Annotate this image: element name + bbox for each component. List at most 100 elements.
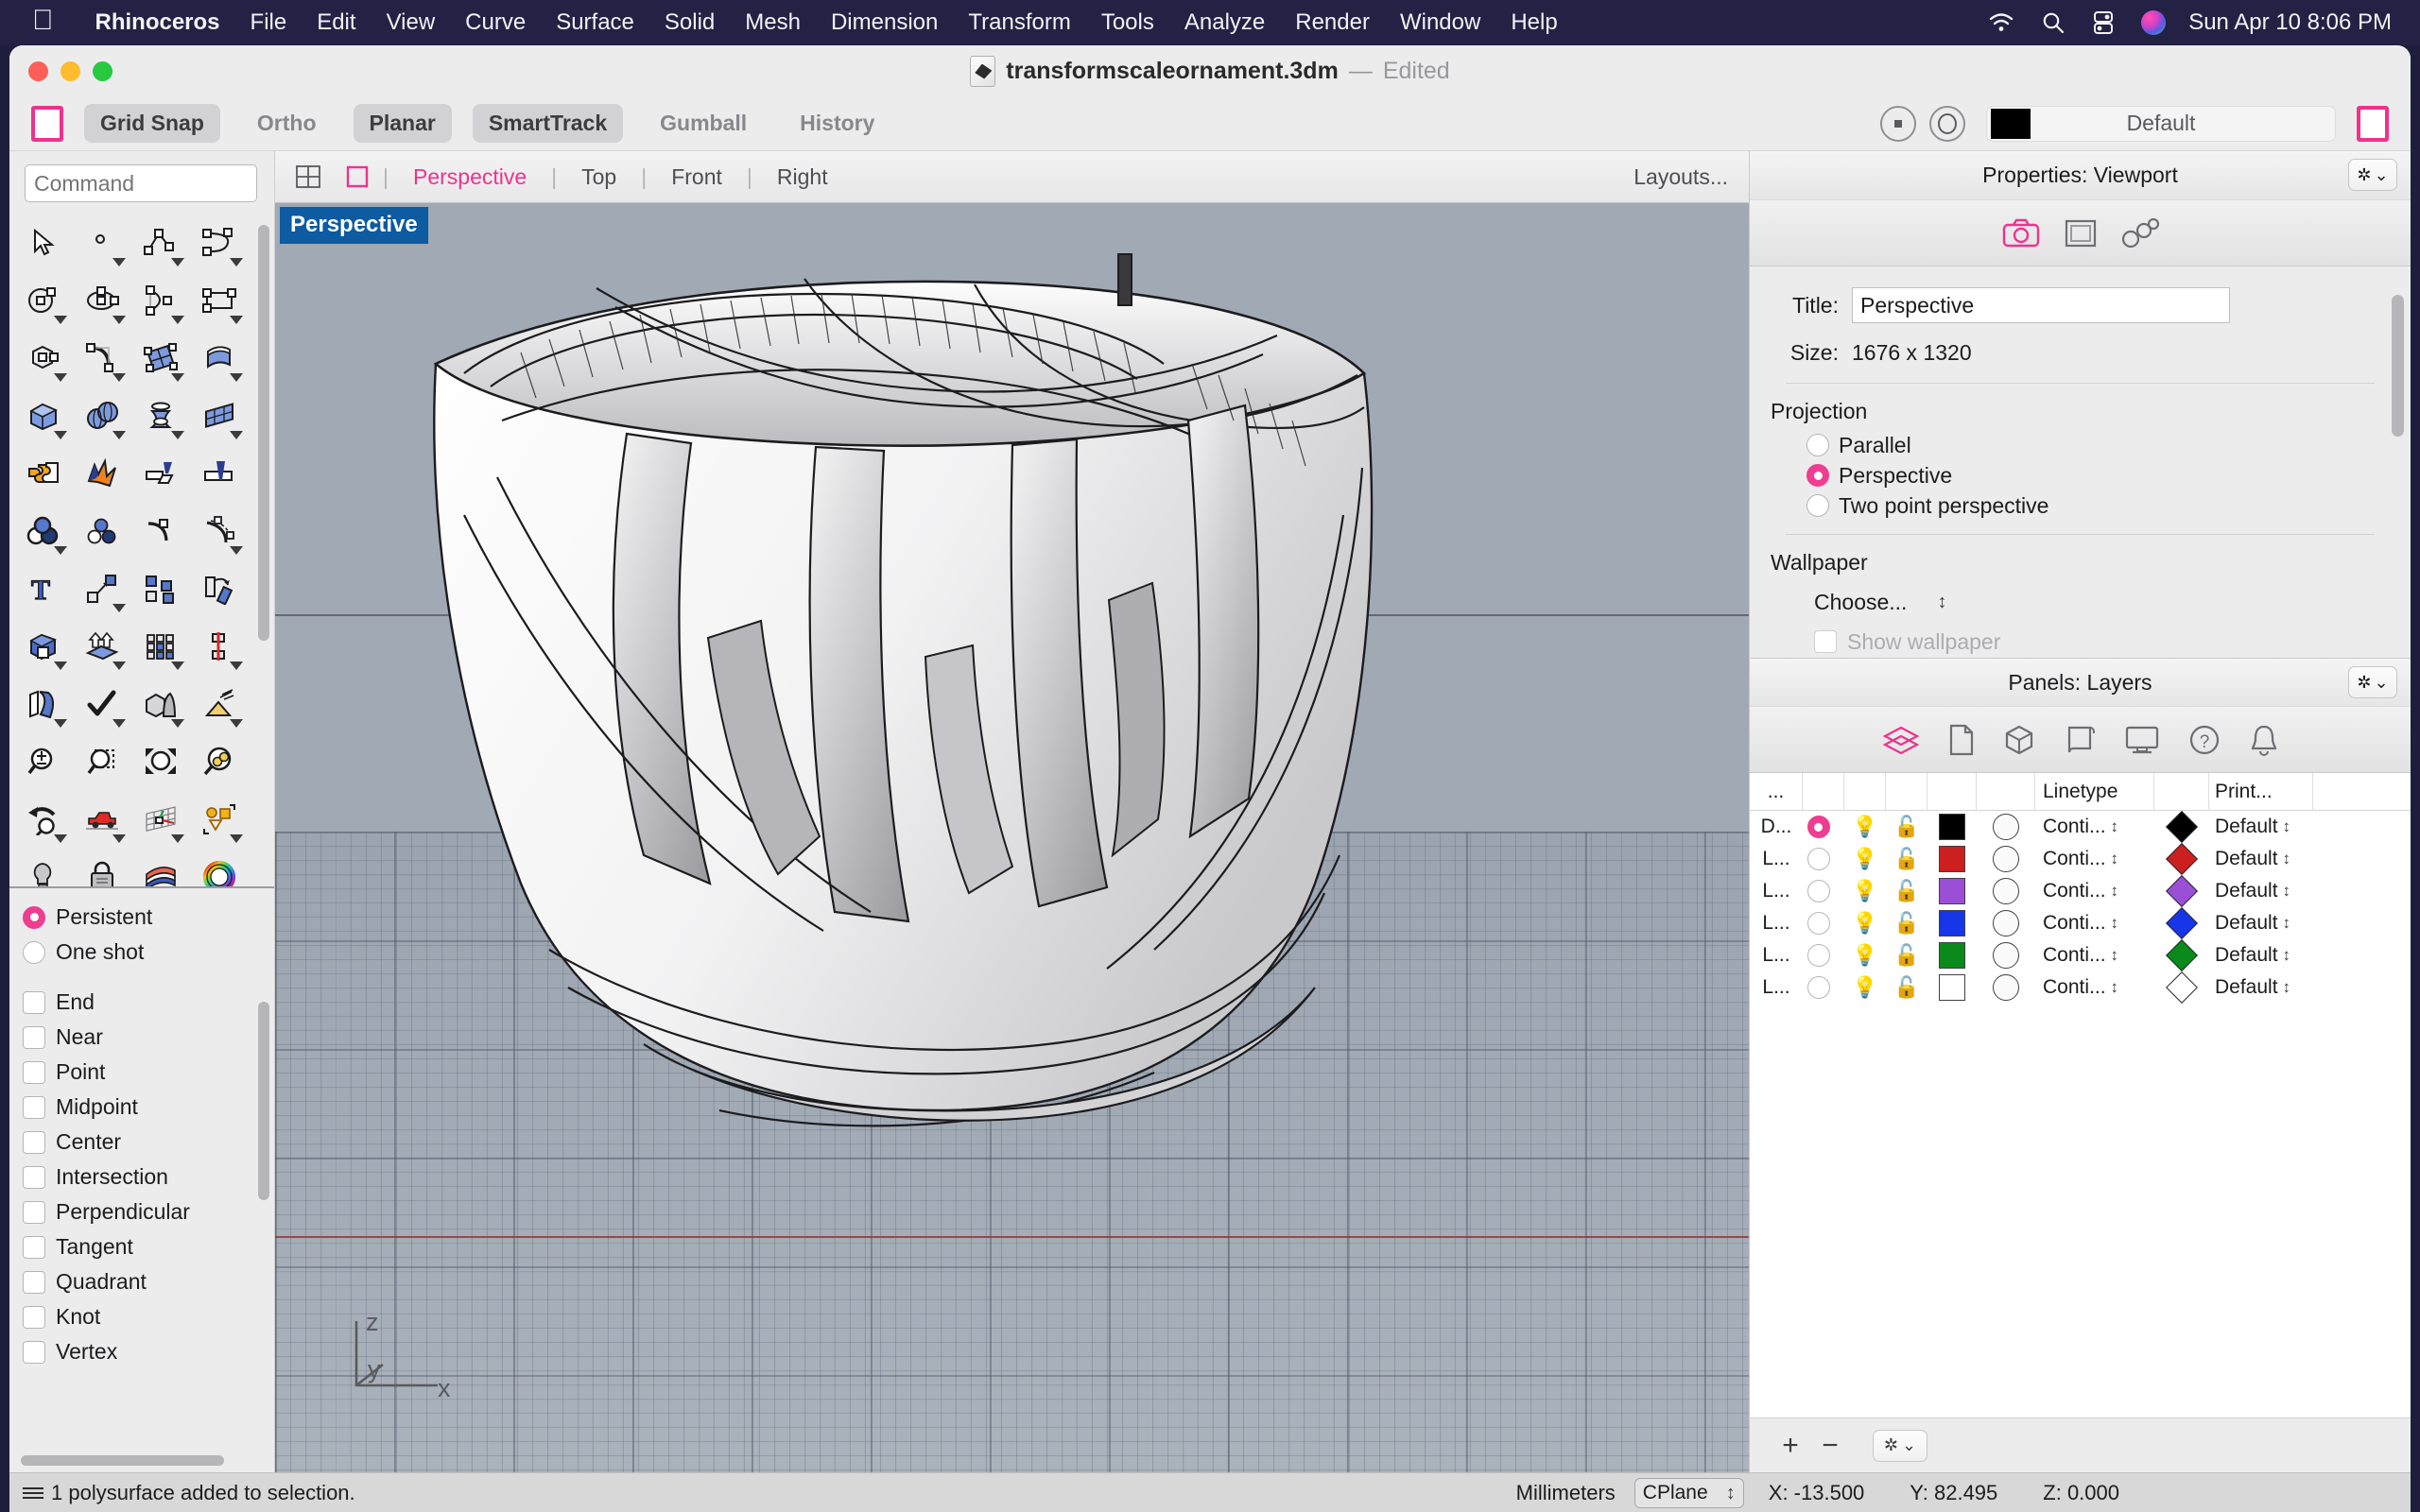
layer-color-swatch[interactable] xyxy=(1927,907,1977,939)
radio-current-layer-icon[interactable] xyxy=(1806,944,1830,967)
table-row[interactable]: L... 💡 🔓 Conti... ↕ Default ↕ xyxy=(1750,939,2411,971)
layer-material-swatch[interactable] xyxy=(1977,811,2035,843)
stepper-updown-icon[interactable]: ↕ xyxy=(2283,850,2291,868)
boolean-union-icon[interactable] xyxy=(14,444,73,502)
circle-icon[interactable] xyxy=(14,271,73,329)
surface-grid-icon[interactable] xyxy=(190,387,249,444)
layer-col-name[interactable]: ... xyxy=(1750,772,1803,811)
layer-linetype-select[interactable]: Conti... ↕ xyxy=(2035,971,2154,1004)
viewport-name-label[interactable]: Perspective xyxy=(280,207,428,244)
four-view-icon[interactable] xyxy=(294,163,322,191)
wallpaper-choose-select[interactable]: Choose... ↕ xyxy=(1750,581,2411,623)
toggle-grid-snap[interactable]: Grid Snap xyxy=(84,104,220,143)
layer-linetype-select[interactable]: Conti... ↕ xyxy=(2035,939,2154,971)
layer-lock-toggle[interactable]: 🔓 xyxy=(1886,939,1927,971)
layer-col-print-color[interactable] xyxy=(2154,772,2209,811)
layer-visibility-toggle[interactable]: 💡 xyxy=(1844,971,1886,1004)
layer-visibility-toggle[interactable]: 💡 xyxy=(1844,939,1886,971)
checkbox-point-icon[interactable] xyxy=(23,1060,45,1084)
checkbox-tangent-icon[interactable] xyxy=(23,1235,45,1259)
layer-print-width-select[interactable]: Default ↕ xyxy=(2209,875,2313,907)
object-box-icon[interactable] xyxy=(2003,724,2035,756)
layer-linetype-select[interactable]: Conti... ↕ xyxy=(2035,875,2154,907)
box-icon[interactable] xyxy=(14,387,73,444)
layer-linetype-select[interactable]: Conti... ↕ xyxy=(2035,843,2154,875)
layers-panel-gear-button[interactable]: ✲ ⌄ xyxy=(2348,666,2397,698)
osnap-midpoint[interactable]: Midpoint xyxy=(23,1090,274,1125)
apple-menu-icon[interactable]:  xyxy=(32,7,54,35)
copy-icon[interactable] xyxy=(131,559,190,617)
table-row[interactable]: D... 💡 🔓 Conti... ↕ Default ↕ xyxy=(1750,811,2411,843)
radio-current-layer-icon[interactable] xyxy=(1806,880,1830,902)
layer-state-icon[interactable] xyxy=(1929,105,1965,142)
layer-color-swatch[interactable] xyxy=(1927,811,1977,843)
toggle-history[interactable]: History xyxy=(784,104,890,143)
pan-car-icon[interactable] xyxy=(73,790,131,848)
rotate-icon[interactable] xyxy=(190,559,249,617)
layer-current-radio[interactable] xyxy=(1803,939,1844,971)
move-icon[interactable] xyxy=(73,559,131,617)
stepper-updown-icon[interactable]: ↕ xyxy=(1937,593,1946,611)
menu-item-mesh[interactable]: Mesh xyxy=(730,0,816,45)
unroll-icon[interactable] xyxy=(14,675,73,732)
zoom-selected-icon[interactable] xyxy=(190,732,249,790)
layer-visibility-toggle[interactable]: 💡 xyxy=(1844,843,1886,875)
select-arrow-icon[interactable] xyxy=(14,214,73,271)
layer-print-color-swatch[interactable] xyxy=(2154,971,2209,1004)
circles-icon[interactable] xyxy=(73,502,131,559)
current-layer-combo[interactable]: Default xyxy=(1986,105,2336,142)
menu-item-render[interactable]: Render xyxy=(1280,0,1385,45)
render-icon[interactable] xyxy=(131,848,190,886)
search-icon[interactable] xyxy=(2028,0,2079,45)
osnap-quadrant[interactable]: Quadrant xyxy=(23,1264,274,1299)
arc-icon[interactable] xyxy=(131,271,190,329)
checkbox-knot-icon[interactable] xyxy=(23,1305,45,1329)
layer-current-radio[interactable] xyxy=(1803,875,1844,907)
show-wallpaper-checkbox-row[interactable]: Show wallpaper xyxy=(1750,623,2411,658)
menu-item-curve[interactable]: Curve xyxy=(450,0,541,45)
wifi-icon[interactable] xyxy=(1975,0,2028,45)
radio-two-point-icon[interactable] xyxy=(1806,494,1829,517)
menu-item-transform[interactable]: Transform xyxy=(953,0,1085,45)
layer-name[interactable]: L... xyxy=(1750,875,1803,907)
radio-parallel-icon[interactable] xyxy=(1806,434,1829,456)
menu-item-solid[interactable]: Solid xyxy=(649,0,730,45)
layer-name[interactable]: L... xyxy=(1750,971,1803,1004)
menu-item-surface[interactable]: Surface xyxy=(541,0,649,45)
viewport-tab-perspective[interactable]: Perspective xyxy=(400,164,540,190)
stepper-updown-icon[interactable]: ↕ xyxy=(2283,883,2291,900)
cplane-select[interactable]: CPlane ↕ xyxy=(1634,1477,1744,1508)
layer-color-swatch[interactable] xyxy=(1927,971,1977,1004)
projection-two-point[interactable]: Two point perspective xyxy=(1750,490,2411,521)
layer-print-color-swatch[interactable] xyxy=(2154,843,2209,875)
osnap-mode-persistent[interactable]: Persistent xyxy=(23,900,274,935)
osnap-scroll-thumb[interactable] xyxy=(258,1002,269,1200)
polygon-icon[interactable] xyxy=(14,329,73,387)
stepper-updown-icon[interactable]: ↕ xyxy=(2111,979,2119,996)
toggle-ortho[interactable]: Ortho xyxy=(241,104,333,143)
projection-parallel[interactable]: Parallel xyxy=(1750,430,2411,460)
extrude-up-icon[interactable] xyxy=(73,617,131,675)
stepper-updown-icon[interactable]: ↕ xyxy=(1726,1484,1736,1503)
layer-color-swatch[interactable] xyxy=(1927,875,1977,907)
menu-item-file[interactable]: File xyxy=(235,0,302,45)
viewport-tab-right[interactable]: Right xyxy=(764,164,841,190)
layer-lock-toggle[interactable]: 🔓 xyxy=(1886,971,1927,1004)
layer-print-color-swatch[interactable] xyxy=(2154,939,2209,971)
toggle-left-sidebar-icon[interactable] xyxy=(31,105,63,142)
tool-palette-scrollbar[interactable] xyxy=(258,225,269,830)
osnap-tangent[interactable]: Tangent xyxy=(23,1229,274,1264)
radio-current-layer-icon[interactable] xyxy=(1806,976,1830,999)
radio-persistent-icon[interactable] xyxy=(23,905,45,929)
blend-curve-icon[interactable] xyxy=(190,502,249,559)
properties-scroll-thumb[interactable] xyxy=(2392,295,2404,437)
layer-lock-toggle[interactable]: 🔓 xyxy=(1886,811,1927,843)
layer-print-width-select[interactable]: Default ↕ xyxy=(2209,843,2313,875)
sphere-union-icon[interactable] xyxy=(73,387,131,444)
stepper-updown-icon[interactable]: ↕ xyxy=(2111,850,2119,868)
osnap-mode-one-shot[interactable]: One shot xyxy=(23,935,274,970)
radio-current-layer-icon[interactable] xyxy=(1806,816,1830,838)
booleans-icon[interactable] xyxy=(14,502,73,559)
perspective-viewport[interactable]: Perspective z y x xyxy=(275,203,1749,1472)
properties-panel-gear-button[interactable]: ✲ ⌄ xyxy=(2348,159,2397,191)
